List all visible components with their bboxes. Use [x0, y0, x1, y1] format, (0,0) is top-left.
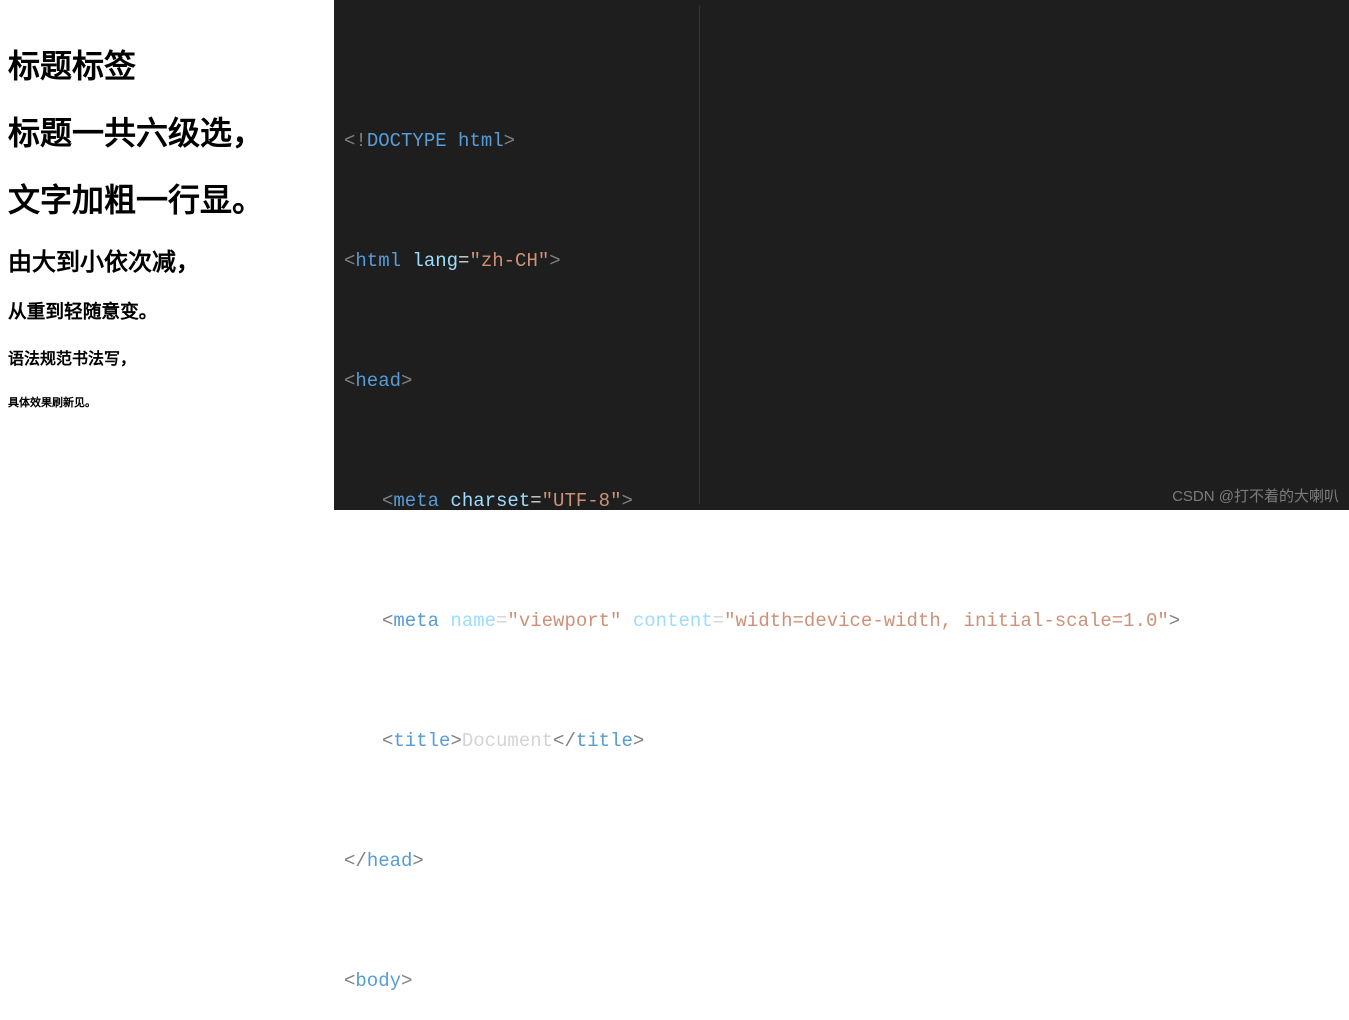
code-line: <meta name="viewport" content="width=dev…: [344, 606, 1349, 636]
preview-h1: 标题标签: [8, 41, 326, 87]
code-line: <!DOCTYPE html>: [344, 126, 1349, 156]
code-line: <title>Document</title>: [344, 726, 1349, 756]
preview-h1: 文字加粗一行显。: [8, 175, 326, 221]
code-line: <html lang="zh-CH">: [344, 246, 1349, 276]
preview-h3: 从重到轻随意变。: [8, 297, 326, 324]
code-line: </head>: [344, 846, 1349, 876]
preview-h4: 语法规范书法写，: [8, 345, 326, 369]
code-line: <head>: [344, 366, 1349, 396]
code-line: <body>: [344, 966, 1349, 996]
watermark-text: CSDN @打不着的大喇叭: [1172, 485, 1339, 506]
indent-guide: [699, 6, 700, 504]
browser-preview-pane: 标题标签 标题一共六级选， 文字加粗一行显。 由大到小依次减， 从重到轻随意变。…: [0, 0, 334, 510]
preview-h1: 标题一共六级选，: [8, 108, 326, 154]
preview-h6: 具体效果刷新见。: [8, 394, 326, 410]
code-editor[interactable]: <!DOCTYPE html> <html lang="zh-CH"> <hea…: [334, 0, 1349, 510]
preview-h2: 由大到小依次减，: [8, 242, 326, 277]
